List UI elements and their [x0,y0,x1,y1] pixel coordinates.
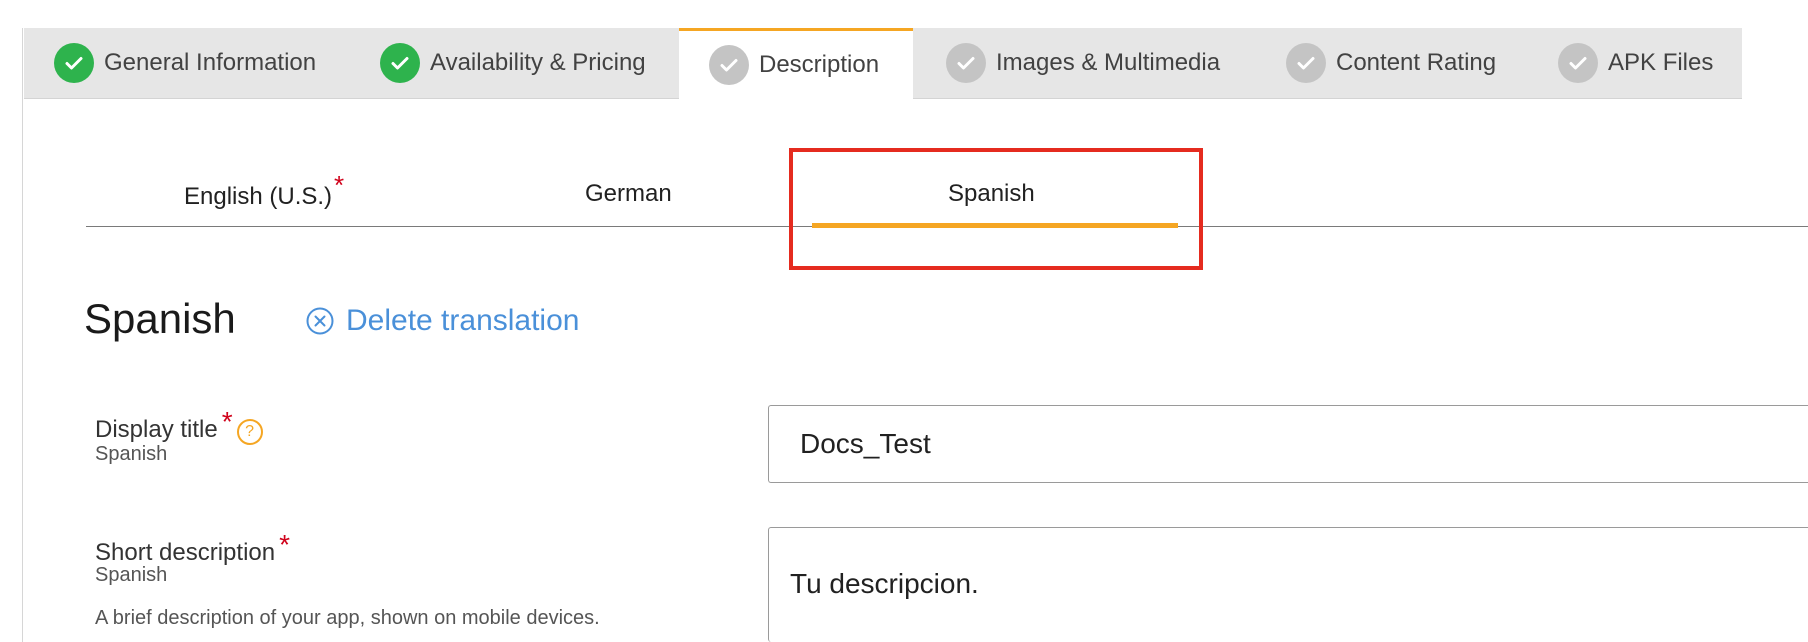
required-marker: * [334,170,345,200]
tab-label: Images & Multimedia [996,49,1221,76]
check-complete-icon [380,43,420,83]
display-title-label: Display title *? [95,406,263,445]
short-description-label: Short description * [95,529,290,567]
top-tab-bar: General Information Availability & Prici… [24,28,1742,99]
check-pending-icon [709,45,749,85]
page-frame-edge [22,28,23,642]
language-tab-german[interactable]: German [585,180,672,208]
tab-label: APK Files [1608,49,1714,76]
tab-label: Availability & Pricing [430,49,646,76]
language-tab-label: English (U.S.) [184,183,333,210]
tab-label: General Information [104,49,317,76]
short-description-hint: A brief description of your app, shown o… [95,607,600,629]
delete-translation-label: Delete translation [346,304,580,337]
section-title: Spanish [84,295,236,342]
language-tab-english-us[interactable]: English (U.S.)* [184,170,344,211]
tab-apk-files[interactable]: APK Files [1558,28,1713,98]
tab-general-information[interactable]: General Information [54,28,316,98]
tab-availability-pricing[interactable]: Availability & Pricing [380,28,646,98]
help-icon[interactable]: ? [236,419,263,445]
check-pending-icon [946,43,986,83]
language-tab-label: Spanish [948,180,1035,207]
short-description-label-text: Short description [95,539,276,566]
tab-label: Description [759,51,880,78]
tab-description[interactable]: Description [679,28,913,99]
check-pending-icon [1286,43,1326,83]
language-tab-spanish[interactable]: Spanish [948,180,1035,208]
language-tab-label: German [585,180,672,207]
close-circle-icon [306,307,334,335]
short-description-language: Spanish [95,564,168,586]
display-title-input[interactable] [768,405,1808,483]
check-pending-icon [1558,43,1598,83]
check-complete-icon [54,43,94,83]
display-title-language: Spanish [95,443,168,465]
required-marker: * [279,529,290,560]
active-language-indicator [812,223,1178,228]
delete-translation-link[interactable]: Delete translation [306,304,579,338]
language-tab-bar: English (U.S.)* German Spanish [86,150,1808,228]
tab-content-rating[interactable]: Content Rating [1286,28,1496,98]
tab-images-multimedia[interactable]: Images & Multimedia [946,28,1220,98]
display-title-label-text: Display title [95,416,218,443]
required-marker: * [221,406,233,437]
tab-label: Content Rating [1336,49,1497,76]
short-description-input[interactable]: Tu descripcion. [768,527,1808,642]
